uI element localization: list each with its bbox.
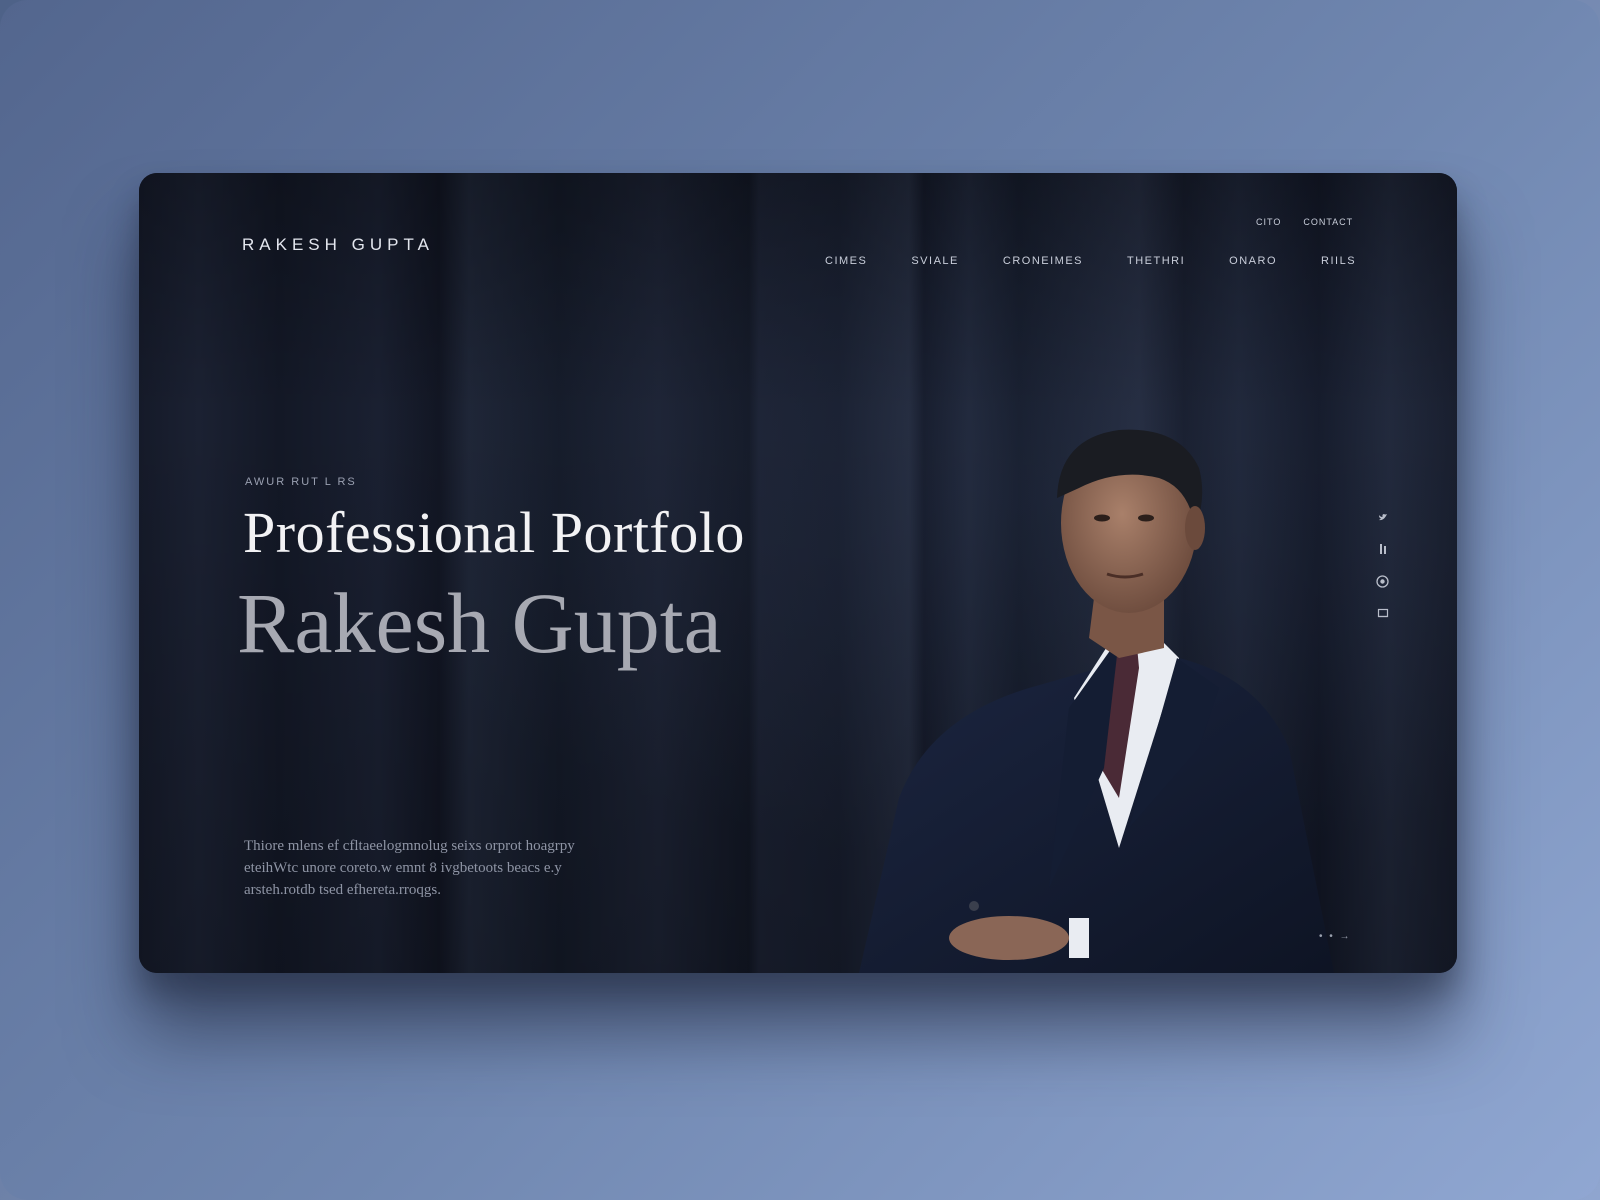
hero-name: Rakesh Gupta [237, 575, 722, 671]
nav-item-6[interactable]: RIILS [1321, 255, 1356, 267]
top-utility-links: CITO CONTACT [1256, 217, 1353, 227]
nav-item-1[interactable]: CIMES [825, 255, 867, 267]
social-links [1376, 511, 1389, 622]
twitter-icon[interactable] [1377, 511, 1389, 526]
nav-item-2[interactable]: SVIALE [911, 255, 959, 267]
hero-eyebrow: AWUR RUT L RS [245, 476, 357, 488]
hero-headline: Professional Portfolo [243, 500, 745, 565]
page-background: RAKESH GUPTA CITO CONTACT CIMES SVIALE C… [0, 0, 1600, 1200]
portrait-photo [859, 429, 1334, 973]
scroll-indicator[interactable]: • • → [1319, 931, 1352, 942]
nav-item-4[interactable]: THETHRI [1127, 255, 1185, 267]
nav-item-3[interactable]: CRONEIMES [1003, 255, 1083, 267]
main-nav: CIMES SVIALE CRONEIMES THETHRI ONARO RII… [825, 255, 1400, 267]
top-link-2[interactable]: CONTACT [1303, 217, 1353, 227]
nav-item-5[interactable]: ONARO [1229, 255, 1277, 267]
brand-logo[interactable]: RAKESH GUPTA [242, 235, 434, 255]
hero-intro-text: Thiore mlens ef cfltaeelogmnolug seixs o… [244, 838, 575, 898]
hero-card: RAKESH GUPTA CITO CONTACT CIMES SVIALE C… [139, 173, 1457, 973]
instagram-icon[interactable] [1376, 575, 1389, 591]
top-link-1[interactable]: CITO [1256, 217, 1281, 227]
linkedin-icon[interactable] [1377, 542, 1389, 559]
mail-icon[interactable] [1377, 607, 1389, 622]
